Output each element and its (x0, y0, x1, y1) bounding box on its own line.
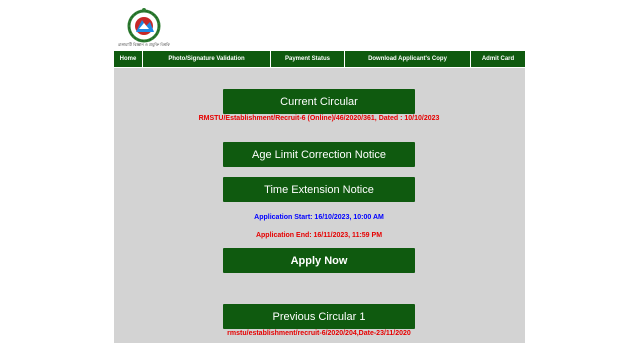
main-panel: Current Circular RMSTU/Establishment/Rec… (114, 68, 525, 343)
application-start-text: Application Start: 16/10/2023, 10:00 AM (254, 214, 384, 221)
logo-caption: রাঙ্গামাটি বিজ্ঞান ও প্রযুক্তি বিশ্ববিদ্… (118, 42, 170, 47)
previous-circular-reference: rmstu/establishment/recruit-6/2020/204,D… (227, 330, 411, 337)
application-end-text: Application End: 16/11/2023, 11:59 PM (255, 232, 383, 239)
nav-admit-card[interactable]: Admit Card (471, 51, 525, 67)
nav-payment-status[interactable]: Payment Status (271, 51, 344, 67)
nav-home[interactable]: Home (114, 51, 142, 67)
age-limit-correction-button[interactable]: Age Limit Correction Notice (223, 142, 415, 167)
nav-download-applicants-copy[interactable]: Download Applicant's Copy (345, 51, 470, 67)
main-nav: Home Photo/Signature Validation Payment … (114, 51, 525, 67)
nav-photo-signature-validation[interactable]: Photo/Signature Validation (143, 51, 270, 67)
apply-now-button[interactable]: Apply Now (223, 248, 415, 273)
current-circular-reference: RMSTU/Establishment/Recruit-6 (Online)/4… (198, 115, 440, 122)
current-circular-button[interactable]: Current Circular (223, 89, 415, 114)
previous-circular-button[interactable]: Previous Circular 1 (223, 304, 415, 329)
time-extension-button[interactable]: Time Extension Notice (223, 177, 415, 202)
